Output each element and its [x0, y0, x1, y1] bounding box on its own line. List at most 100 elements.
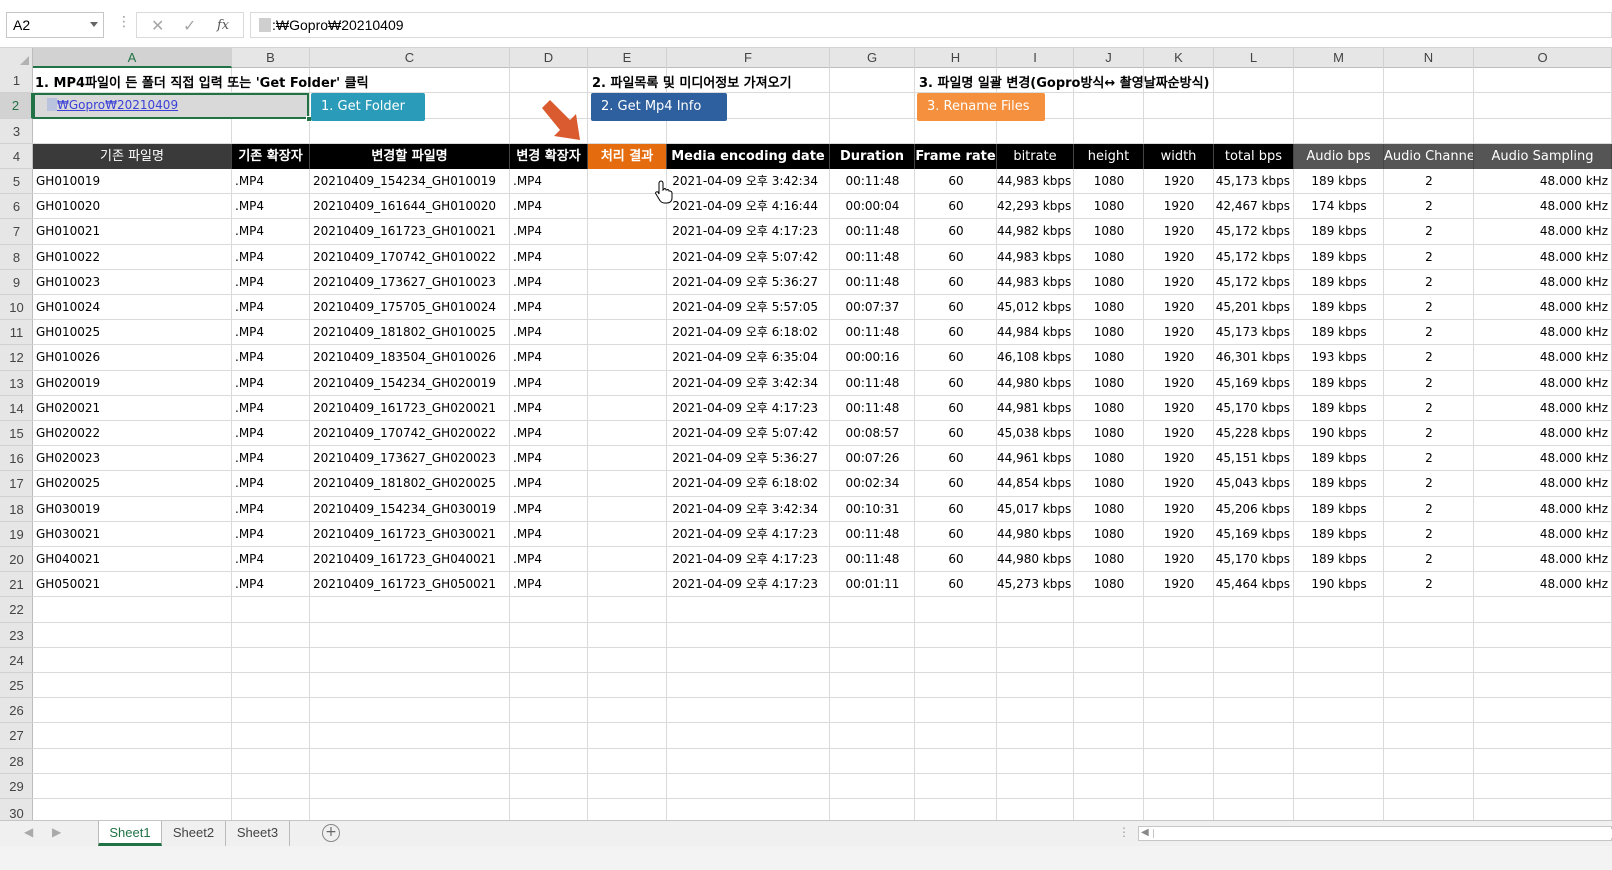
cell-media-date[interactable]: 2021-04-09 오후 4:17:23	[667, 219, 830, 244]
cell-media-date[interactable]: 2021-04-09 오후 5:36:27	[667, 446, 830, 471]
row-header-25[interactable]: 25	[0, 673, 33, 698]
cell-audio-sampling[interactable]: 48.000 kHz	[1474, 245, 1612, 270]
cell-total-bps[interactable]: 45,169 kbps	[1214, 371, 1294, 396]
cell-bitrate[interactable]: 44,981 kbps	[997, 396, 1074, 421]
cell-total-bps[interactable]: 42,467 kbps	[1214, 194, 1294, 219]
row-header-18[interactable]: 18	[0, 497, 33, 522]
cell-height[interactable]: 1080	[1074, 547, 1144, 572]
sheet-tab-sheet1[interactable]: Sheet1	[98, 821, 162, 846]
cell-orig-ext[interactable]: .MP4	[232, 371, 310, 396]
cell-total-bps[interactable]: 45,172 kbps	[1214, 219, 1294, 244]
cell-orig-ext[interactable]: .MP4	[232, 572, 310, 597]
cell-new-ext[interactable]: .MP4	[510, 547, 588, 572]
cell-bitrate[interactable]: 44,984 kbps	[997, 320, 1074, 345]
cell-audio-bps[interactable]: 189 kbps	[1294, 270, 1384, 295]
row-header-22[interactable]: 22	[0, 597, 33, 623]
cell-width[interactable]: 1920	[1144, 194, 1214, 219]
cell-orig-ext[interactable]: .MP4	[232, 169, 310, 194]
cell-new-name[interactable]: 20210409_161723_GH040021	[310, 547, 510, 572]
cell-width[interactable]: 1920	[1144, 396, 1214, 421]
cell-orig-ext[interactable]: .MP4	[232, 194, 310, 219]
column-header-h[interactable]: H	[915, 48, 997, 68]
cell-total-bps[interactable]: 45,172 kbps	[1214, 270, 1294, 295]
row-header-2[interactable]: 2	[0, 93, 33, 119]
cell-frame-rate[interactable]: 60	[915, 219, 997, 244]
cell-orig-name[interactable]: GH030021	[33, 522, 232, 547]
cell-audio-channel[interactable]: 2	[1384, 245, 1474, 270]
row-header-7[interactable]: 7	[0, 219, 33, 245]
rename-files-button[interactable]: 3. Rename Files	[917, 93, 1045, 121]
cell-height[interactable]: 1080	[1074, 219, 1144, 244]
cell-new-name[interactable]: 20210409_154234_GH020019	[310, 371, 510, 396]
cell-bitrate[interactable]: 46,108 kbps	[997, 345, 1074, 370]
cell-audio-sampling[interactable]: 48.000 kHz	[1474, 169, 1612, 194]
cell-orig-name[interactable]: GH010021	[33, 219, 232, 244]
row-header-6[interactable]: 6	[0, 194, 33, 219]
cell-bitrate[interactable]: 44,982 kbps	[997, 219, 1074, 244]
cell-media-date[interactable]: 2021-04-09 오후 5:36:27	[667, 270, 830, 295]
cell-audio-bps[interactable]: 190 kbps	[1294, 572, 1384, 597]
cell-bitrate[interactable]: 44,980 kbps	[997, 522, 1074, 547]
cell-result[interactable]	[588, 446, 667, 471]
cell-new-ext[interactable]: .MP4	[510, 572, 588, 597]
cell-result[interactable]	[588, 471, 667, 496]
cell-new-ext[interactable]: .MP4	[510, 446, 588, 471]
cell-duration[interactable]: 00:11:48	[830, 245, 915, 270]
cell-media-date[interactable]: 2021-04-09 오후 5:07:42	[667, 421, 830, 446]
cell-orig-ext[interactable]: .MP4	[232, 471, 310, 496]
cell-audio-channel[interactable]: 2	[1384, 371, 1474, 396]
cell-orig-ext[interactable]: .MP4	[232, 245, 310, 270]
get-folder-button[interactable]: 1. Get Folder	[311, 93, 425, 121]
cell-result[interactable]	[588, 371, 667, 396]
row-header-16[interactable]: 16	[0, 446, 33, 471]
cell-result[interactable]	[588, 194, 667, 219]
column-header-e[interactable]: E	[588, 48, 667, 68]
cell-media-date[interactable]: 2021-04-09 오후 4:16:44	[667, 194, 830, 219]
cell-frame-rate[interactable]: 60	[915, 245, 997, 270]
cell-width[interactable]: 1920	[1144, 245, 1214, 270]
cell-frame-rate[interactable]: 60	[915, 421, 997, 446]
cell-audio-channel[interactable]: 2	[1384, 219, 1474, 244]
cell-audio-channel[interactable]: 2	[1384, 169, 1474, 194]
cell-audio-bps[interactable]: 190 kbps	[1294, 421, 1384, 446]
cell-orig-name[interactable]: GH010026	[33, 345, 232, 370]
scrollbar-thumb[interactable]	[1153, 829, 1612, 838]
row-header-29[interactable]: 29	[0, 774, 33, 799]
row-header-23[interactable]: 23	[0, 623, 33, 648]
cell-height[interactable]: 1080	[1074, 522, 1144, 547]
cell-width[interactable]: 1920	[1144, 572, 1214, 597]
cell-new-ext[interactable]: .MP4	[510, 371, 588, 396]
folder-path-link[interactable]: ₩Gopro₩20210409	[57, 98, 178, 112]
column-header-o[interactable]: O	[1474, 48, 1612, 68]
cell-new-name[interactable]: 20210409_161644_GH010020	[310, 194, 510, 219]
cell-result[interactable]	[588, 245, 667, 270]
cell-audio-bps[interactable]: 189 kbps	[1294, 371, 1384, 396]
cell-result[interactable]	[588, 497, 667, 522]
cell-width[interactable]: 1920	[1144, 320, 1214, 345]
row-header-5[interactable]: 5	[0, 169, 33, 194]
cell-media-date[interactable]: 2021-04-09 오후 6:18:02	[667, 320, 830, 345]
cell-audio-sampling[interactable]: 48.000 kHz	[1474, 522, 1612, 547]
cell-orig-name[interactable]: GH010019	[33, 169, 232, 194]
cell-duration[interactable]: 00:11:48	[830, 396, 915, 421]
cell-audio-bps[interactable]: 189 kbps	[1294, 295, 1384, 320]
cell-new-ext[interactable]: .MP4	[510, 169, 588, 194]
cell-duration[interactable]: 00:11:48	[830, 522, 915, 547]
cell-height[interactable]: 1080	[1074, 371, 1144, 396]
cell-total-bps[interactable]: 46,301 kbps	[1214, 345, 1294, 370]
cell-new-ext[interactable]: .MP4	[510, 270, 588, 295]
cell-width[interactable]: 1920	[1144, 547, 1214, 572]
row-header-1[interactable]: 1	[0, 68, 33, 93]
cell-new-ext[interactable]: .MP4	[510, 245, 588, 270]
cell-audio-bps[interactable]: 189 kbps	[1294, 497, 1384, 522]
cell-bitrate[interactable]: 45,012 kbps	[997, 295, 1074, 320]
cell-total-bps[interactable]: 45,173 kbps	[1214, 320, 1294, 345]
column-header-b[interactable]: B	[232, 48, 310, 68]
cell-total-bps[interactable]: 45,170 kbps	[1214, 547, 1294, 572]
cell-audio-bps[interactable]: 189 kbps	[1294, 522, 1384, 547]
cell-new-name[interactable]: 20210409_181802_GH020025	[310, 471, 510, 496]
column-header-a[interactable]: A	[33, 48, 232, 68]
cell-orig-ext[interactable]: .MP4	[232, 270, 310, 295]
cell-result[interactable]	[588, 169, 667, 194]
cell-duration[interactable]: 00:11:48	[830, 219, 915, 244]
